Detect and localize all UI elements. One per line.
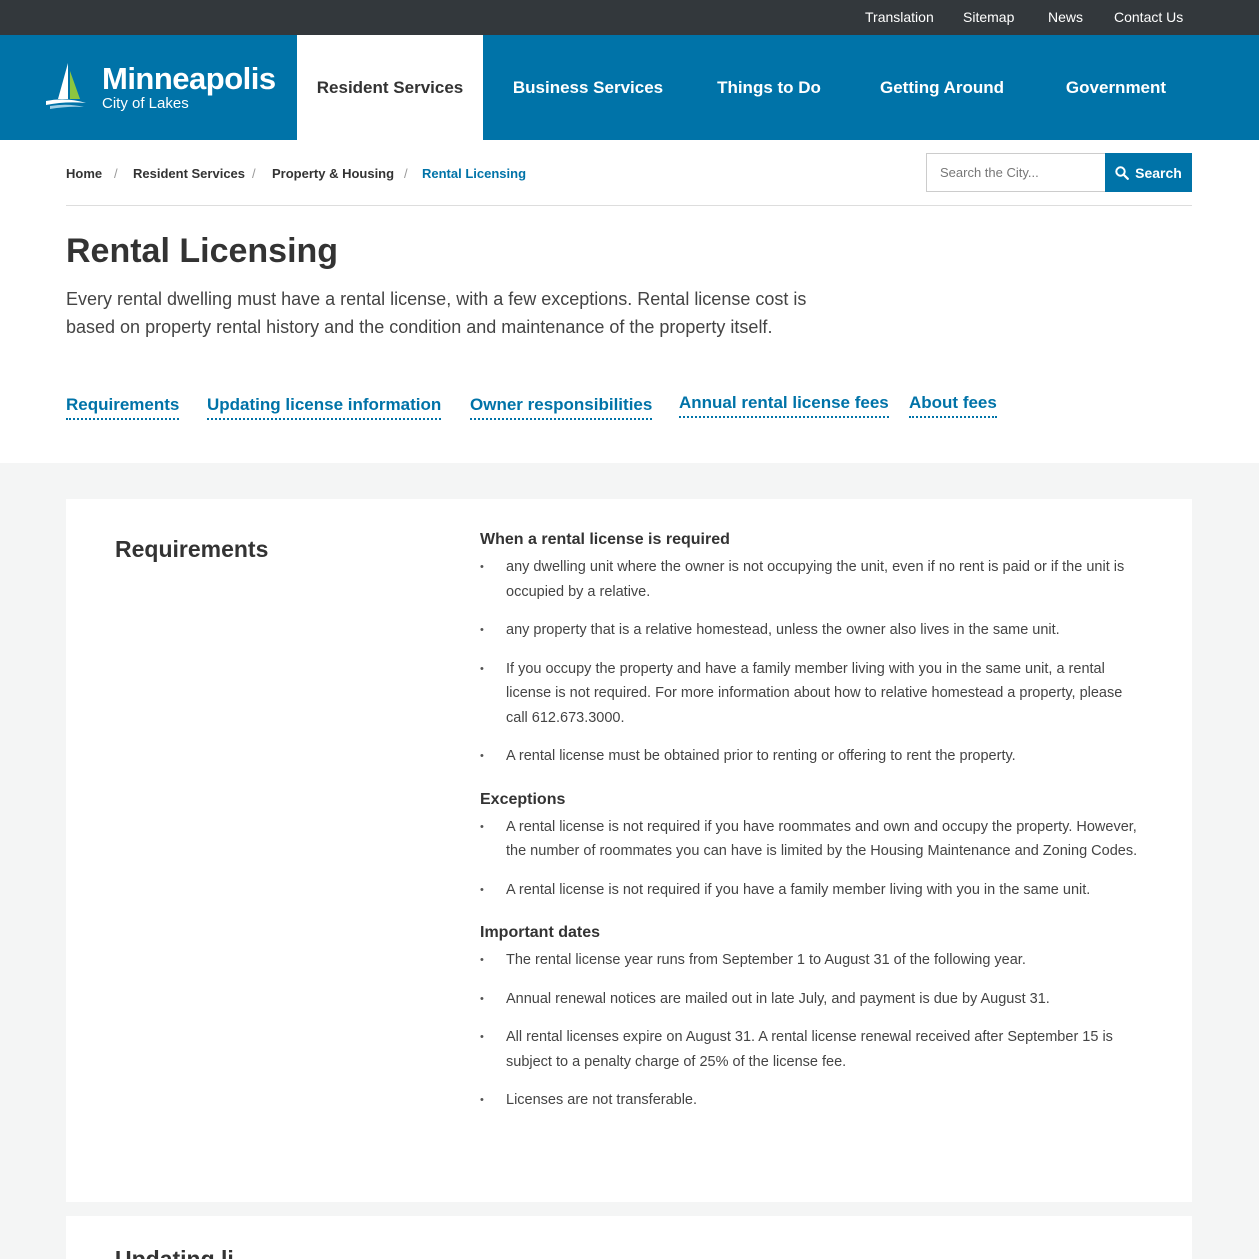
breadcrumb-separator: / xyxy=(114,166,118,181)
list-item: any property that is a relative homestea… xyxy=(480,618,1140,643)
list-item: A rental license must be obtained prior … xyxy=(480,744,1140,769)
breadcrumb-current: Rental Licensing xyxy=(422,166,527,181)
list-item: A rental license is not required if you … xyxy=(480,815,1140,864)
list-item: Licenses are not transferable. xyxy=(480,1088,1140,1113)
breadcrumb-separator: / xyxy=(404,166,408,181)
utility-link-contact[interactable]: Contact Us xyxy=(1114,9,1183,25)
updating-license-title: Updating li xyxy=(115,1246,234,1259)
nav-things-to-do[interactable]: Things to Do xyxy=(690,35,848,140)
breadcrumb-separator: / xyxy=(252,166,256,181)
updating-license-card: Updating li xyxy=(66,1216,1192,1259)
jump-link-about-fees[interactable]: About fees xyxy=(909,393,997,418)
requirements-title: Requirements xyxy=(115,536,269,562)
utility-link-news[interactable]: News xyxy=(1048,9,1083,25)
site-header: Minneapolis City of Lakes Resident Servi… xyxy=(0,35,1259,140)
sailboat-logo-icon xyxy=(46,63,86,109)
search-button[interactable]: Search xyxy=(1105,153,1192,192)
nav-government[interactable]: Government xyxy=(1036,35,1196,140)
breadcrumb-home[interactable]: Home xyxy=(66,166,102,181)
nav-getting-around[interactable]: Getting Around xyxy=(862,35,1022,140)
list: A rental license is not required if you … xyxy=(480,815,1140,903)
section-heading: Exceptions xyxy=(480,790,566,808)
breadcrumb-property-housing[interactable]: Property & Housing xyxy=(272,166,394,181)
list-item: If you occupy the property and have a fa… xyxy=(480,657,1140,731)
list-item: A rental license is not required if you … xyxy=(480,878,1140,903)
jump-link-updating-license[interactable]: Updating license information xyxy=(207,395,442,420)
search-button-label: Search xyxy=(1135,164,1182,181)
breadcrumb-resident-services[interactable]: Resident Services xyxy=(133,166,245,181)
nav-resident-services[interactable]: Resident Services xyxy=(297,35,483,140)
jump-link-requirements[interactable]: Requirements xyxy=(66,395,180,420)
utility-link-sitemap[interactable]: Sitemap xyxy=(963,9,1014,25)
search-icon xyxy=(1115,165,1130,180)
list: any dwelling unit where the owner is not… xyxy=(480,555,1140,769)
list: The rental license year runs from Septem… xyxy=(480,948,1140,1113)
logo-subtitle: City of Lakes xyxy=(102,95,189,112)
utility-link-translation[interactable]: Translation xyxy=(865,9,934,25)
list-item: any dwelling unit where the owner is not… xyxy=(480,555,1140,604)
search-input[interactable]: Search the City... xyxy=(926,153,1106,192)
section-heading: When a rental license is required xyxy=(480,531,730,548)
page-title: Rental Licensing xyxy=(66,232,339,270)
logo-title: Minneapolis xyxy=(102,61,276,96)
list-item: Annual renewal notices are mailed out in… xyxy=(480,987,1140,1012)
page-intro: Every rental dwelling must have a rental… xyxy=(66,289,807,337)
requirements-card: Requirements When a rental license is re… xyxy=(66,499,1192,1202)
header-divider xyxy=(66,205,1192,206)
utility-bar: Translation Sitemap News Contact Us xyxy=(0,0,1259,35)
requirements-content: When a rental license is required any dw… xyxy=(480,531,1140,1127)
section-heading: Important dates xyxy=(480,924,601,941)
site-logo[interactable]: Minneapolis City of Lakes xyxy=(44,61,284,121)
list-item: The rental license year runs from Septem… xyxy=(480,948,1140,973)
list-item: All rental licenses expire on August 31.… xyxy=(480,1025,1140,1074)
jump-link-annual-fees[interactable]: Annual rental license fees xyxy=(679,393,889,418)
jump-link-owner-responsibilities[interactable]: Owner responsibilities xyxy=(470,395,653,420)
nav-business-services[interactable]: Business Services xyxy=(494,35,682,140)
